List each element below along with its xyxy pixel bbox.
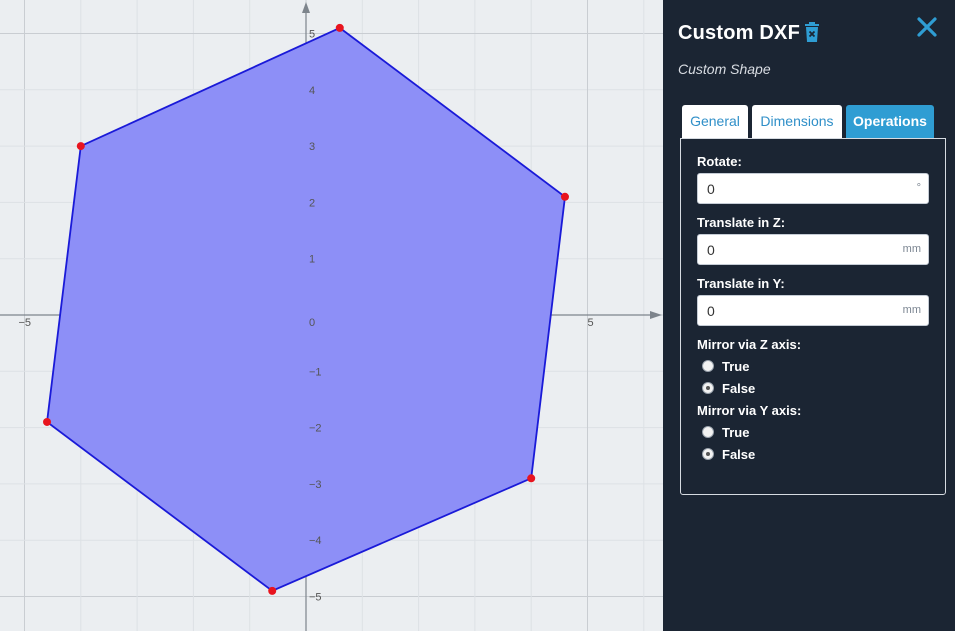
vertex-point[interactable] <box>76 142 85 151</box>
tab-dimensions[interactable]: Dimensions <box>752 105 842 138</box>
mirror-z-true-label: True <box>722 359 750 374</box>
panel-title: Custom DXF <box>678 22 800 44</box>
translate-y-input[interactable] <box>707 296 877 325</box>
translate-y-field[interactable]: mm <box>697 295 929 326</box>
mirror-z-false-radio[interactable] <box>702 382 714 394</box>
rotate-field[interactable]: ° <box>697 173 929 204</box>
translate-y-unit: mm <box>902 304 921 316</box>
y-tick-label: 3 <box>309 141 315 153</box>
rotate-label: Rotate: <box>697 154 742 169</box>
vertex-point[interactable] <box>268 586 277 595</box>
y-tick-label: −1 <box>309 366 322 378</box>
mirror-y-false-label: False <box>722 447 756 462</box>
mirror-y-true-radio[interactable] <box>702 426 714 438</box>
translate-z-unit: mm <box>902 243 921 255</box>
y-tick-label: −4 <box>309 535 322 547</box>
mirror-y-label: Mirror via Y axis: <box>697 403 802 418</box>
shape-plot[interactable]: −5 0 5 5 4 3 2 1 −1 −2 −3 −4 −5 <box>0 0 663 631</box>
x-tick-label: 5 <box>588 317 594 329</box>
vertex-point[interactable] <box>527 474 536 483</box>
mirror-z-label: Mirror via Z axis: <box>697 337 802 352</box>
translate-z-field[interactable]: mm <box>697 234 929 265</box>
mirror-y-false-radio[interactable] <box>702 448 714 460</box>
custom-shape-polygon[interactable] <box>46 26 566 592</box>
panel-subtitle: Custom Shape <box>678 61 771 77</box>
tab-general[interactable]: General <box>682 105 748 138</box>
mirror-z-true-radio[interactable] <box>702 360 714 372</box>
properties-panel: Custom DXF Custom Shape General Dimensio… <box>663 0 955 631</box>
y-tick-label: 5 <box>309 29 315 41</box>
y-tick-label: 4 <box>309 85 315 97</box>
y-tick-label: −3 <box>309 479 322 491</box>
x-axis-arrow <box>650 311 662 319</box>
rotate-input[interactable] <box>707 174 877 203</box>
vertex-point[interactable] <box>560 192 569 201</box>
trash-icon[interactable] <box>804 22 820 42</box>
y-tick-label: −5 <box>309 592 322 604</box>
vertex-point[interactable] <box>335 23 344 32</box>
vertex-point[interactable] <box>43 417 52 426</box>
close-icon[interactable] <box>916 16 938 38</box>
mirror-y-true-label: True <box>722 425 750 440</box>
mirror-z-false-label: False <box>722 381 756 396</box>
x-tick-label: −5 <box>19 317 32 329</box>
x-tick-label: 0 <box>309 317 315 329</box>
shape-layer[interactable] <box>43 23 569 595</box>
rotate-unit: ° <box>916 182 921 194</box>
tab-operations[interactable]: Operations <box>846 105 934 138</box>
translate-y-label: Translate in Y: <box>697 276 785 291</box>
translate-z-input[interactable] <box>707 235 877 264</box>
translate-z-label: Translate in Z: <box>697 215 786 230</box>
y-axis-arrow <box>302 2 310 13</box>
drawing-canvas[interactable]: −5 0 5 5 4 3 2 1 −1 −2 −3 −4 −5 <box>0 0 663 631</box>
operations-tab-content: Rotate: ° Translate in Z: mm Translate i… <box>680 138 946 495</box>
y-tick-label: 1 <box>309 254 315 266</box>
y-tick-label: 2 <box>309 197 315 209</box>
y-tick-label: −2 <box>309 423 322 435</box>
